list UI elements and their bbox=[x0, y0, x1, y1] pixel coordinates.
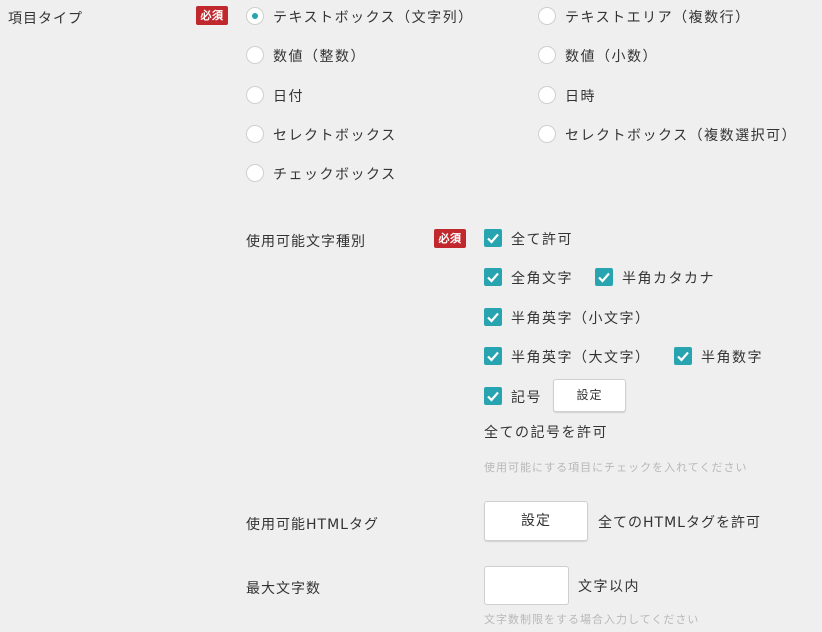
symbol-status-text: 全ての記号を許可 bbox=[484, 425, 608, 441]
checkbox-checked-icon[interactable] bbox=[484, 347, 502, 365]
radio-option-textbox[interactable]: テキストボックス（文字列） bbox=[246, 7, 476, 27]
radio-icon[interactable] bbox=[246, 125, 264, 143]
radio-label: 日付 bbox=[273, 89, 304, 105]
checkbox-uppercase[interactable]: 半角英字（大文字） bbox=[484, 347, 654, 367]
radio-icon[interactable] bbox=[246, 46, 264, 64]
radio-option-datetime[interactable]: 日時 bbox=[538, 86, 638, 106]
checkbox-label: 半角英字（小文字） bbox=[511, 311, 651, 327]
radio-label: セレクトボックス（複数選択可） bbox=[565, 128, 798, 144]
max-chars-label: 最大文字数 bbox=[246, 581, 321, 597]
radio-label: テキストボックス（文字列） bbox=[273, 10, 474, 26]
html-tags-setting-button[interactable]: 設定 bbox=[484, 501, 588, 541]
radio-icon[interactable] bbox=[538, 46, 556, 64]
radio-label: 日時 bbox=[565, 89, 596, 105]
required-badge: 必須 bbox=[196, 6, 228, 25]
radio-icon[interactable] bbox=[246, 164, 264, 182]
checkbox-label: 半角英字（大文字） bbox=[511, 350, 651, 366]
checkbox-label: 半角数字 bbox=[701, 350, 763, 366]
html-tags-label: 使用可能HTMLタグ bbox=[246, 517, 379, 533]
radio-icon[interactable] bbox=[246, 86, 264, 104]
checkbox-label: 全て許可 bbox=[511, 232, 573, 248]
checkbox-checked-icon[interactable] bbox=[595, 268, 613, 286]
max-chars-hint: 文字数制限をする場合入力してください bbox=[484, 613, 700, 626]
radio-option-decimal[interactable]: 数値（小数） bbox=[538, 46, 688, 66]
radio-option-selectbox[interactable]: セレクトボックス bbox=[246, 125, 416, 145]
symbol-setting-button[interactable]: 設定 bbox=[553, 379, 626, 412]
max-chars-input[interactable] bbox=[484, 566, 569, 605]
checkbox-checked-icon[interactable] bbox=[674, 347, 692, 365]
checkbox-label: 記号 bbox=[511, 390, 542, 406]
item-type-label: 項目タイプ bbox=[8, 11, 83, 27]
char-types-hint: 使用可能にする項目にチェックを入れてください bbox=[484, 461, 748, 474]
checkbox-symbols[interactable]: 記号 bbox=[484, 387, 544, 407]
radio-option-textarea[interactable]: テキストエリア（複数行） bbox=[538, 7, 758, 27]
html-tags-status-text: 全てのHTMLタグを許可 bbox=[598, 515, 761, 531]
checkbox-checked-icon[interactable] bbox=[484, 229, 502, 247]
radio-label: セレクトボックス bbox=[273, 128, 397, 144]
radio-label: 数値（小数） bbox=[565, 49, 658, 65]
radio-option-date[interactable]: 日付 bbox=[246, 86, 346, 106]
checkbox-lowercase[interactable]: 半角英字（小文字） bbox=[484, 308, 654, 328]
required-badge: 必須 bbox=[434, 229, 466, 248]
radio-option-multiselect[interactable]: セレクトボックス（複数選択可） bbox=[538, 125, 808, 145]
checkbox-allow-all[interactable]: 全て許可 bbox=[484, 229, 584, 249]
radio-icon[interactable] bbox=[538, 125, 556, 143]
radio-label: テキストエリア（複数行） bbox=[565, 10, 751, 26]
radio-selected-icon[interactable] bbox=[246, 7, 264, 25]
checkbox-label: 全角文字 bbox=[511, 271, 573, 287]
checkbox-fullwidth[interactable]: 全角文字 bbox=[484, 268, 584, 288]
radio-icon[interactable] bbox=[538, 7, 556, 25]
checkbox-halfwidth-katakana[interactable]: 半角カタカナ bbox=[595, 268, 725, 288]
checkbox-label: 半角カタカナ bbox=[622, 271, 715, 287]
max-chars-unit: 文字以内 bbox=[578, 579, 640, 595]
char-types-label: 使用可能文字種別 bbox=[246, 234, 366, 250]
radio-option-checkbox[interactable]: チェックボックス bbox=[246, 164, 416, 184]
checkbox-checked-icon[interactable] bbox=[484, 268, 502, 286]
radio-label: 数値（整数） bbox=[273, 49, 366, 65]
checkbox-checked-icon[interactable] bbox=[484, 387, 502, 405]
checkbox-checked-icon[interactable] bbox=[484, 308, 502, 326]
radio-icon[interactable] bbox=[538, 86, 556, 104]
checkbox-halfwidth-digits[interactable]: 半角数字 bbox=[674, 347, 774, 367]
radio-option-integer[interactable]: 数値（整数） bbox=[246, 46, 396, 66]
radio-label: チェックボックス bbox=[273, 167, 397, 183]
